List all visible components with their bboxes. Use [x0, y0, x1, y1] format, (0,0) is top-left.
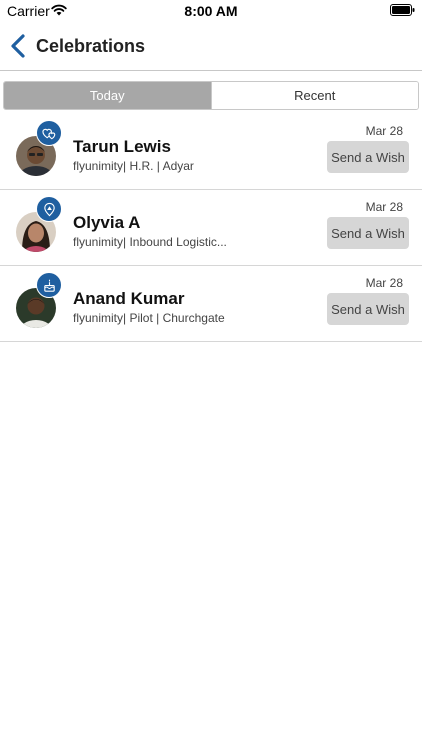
send-wish-button[interactable]: Send a Wish [327, 217, 409, 249]
list-item[interactable]: Tarun Lewis flyunimity| H.R. | Adyar Mar… [0, 114, 422, 190]
celebrant-details: flyunimity| Pilot | Churchgate [73, 311, 225, 325]
send-wish-button[interactable]: Send a Wish [327, 293, 409, 325]
celebrant-name: Tarun Lewis [73, 137, 171, 156]
tab-recent[interactable]: Recent [210, 82, 418, 109]
list-item[interactable]: Anand Kumar flyunimity| Pilot | Churchga… [0, 266, 422, 342]
back-button[interactable] [8, 33, 30, 59]
status-bar: Carrier 8:00 AM [0, 0, 422, 22]
work-anniversary-icon [36, 196, 62, 222]
list-item[interactable]: Olyvia A flyunimity| Inbound Logistic...… [0, 190, 422, 266]
birthday-cake-icon [36, 272, 62, 298]
celebrant-name: Olyvia A [73, 213, 141, 232]
segmented-control: Today Recent [3, 81, 419, 110]
navigation-bar: Celebrations [0, 22, 422, 71]
page-title: Celebrations [36, 36, 146, 56]
tab-today[interactable]: Today [4, 82, 211, 109]
celebrations-list: Tarun Lewis flyunimity| H.R. | Adyar Mar… [0, 114, 422, 342]
celebration-date: Mar 28 [365, 276, 403, 290]
celebrant-details: flyunimity| H.R. | Adyar [73, 159, 194, 173]
celebration-date: Mar 28 [365, 124, 403, 138]
celebrant-name: Anand Kumar [73, 289, 185, 308]
celebrant-details: flyunimity| Inbound Logistic... [73, 235, 227, 249]
battery-icon [390, 4, 415, 16]
status-time: 8:00 AM [184, 3, 238, 19]
celebration-date: Mar 28 [365, 200, 403, 214]
send-wish-button[interactable]: Send a Wish [327, 141, 409, 173]
anniversary-hearts-icon [36, 120, 62, 146]
